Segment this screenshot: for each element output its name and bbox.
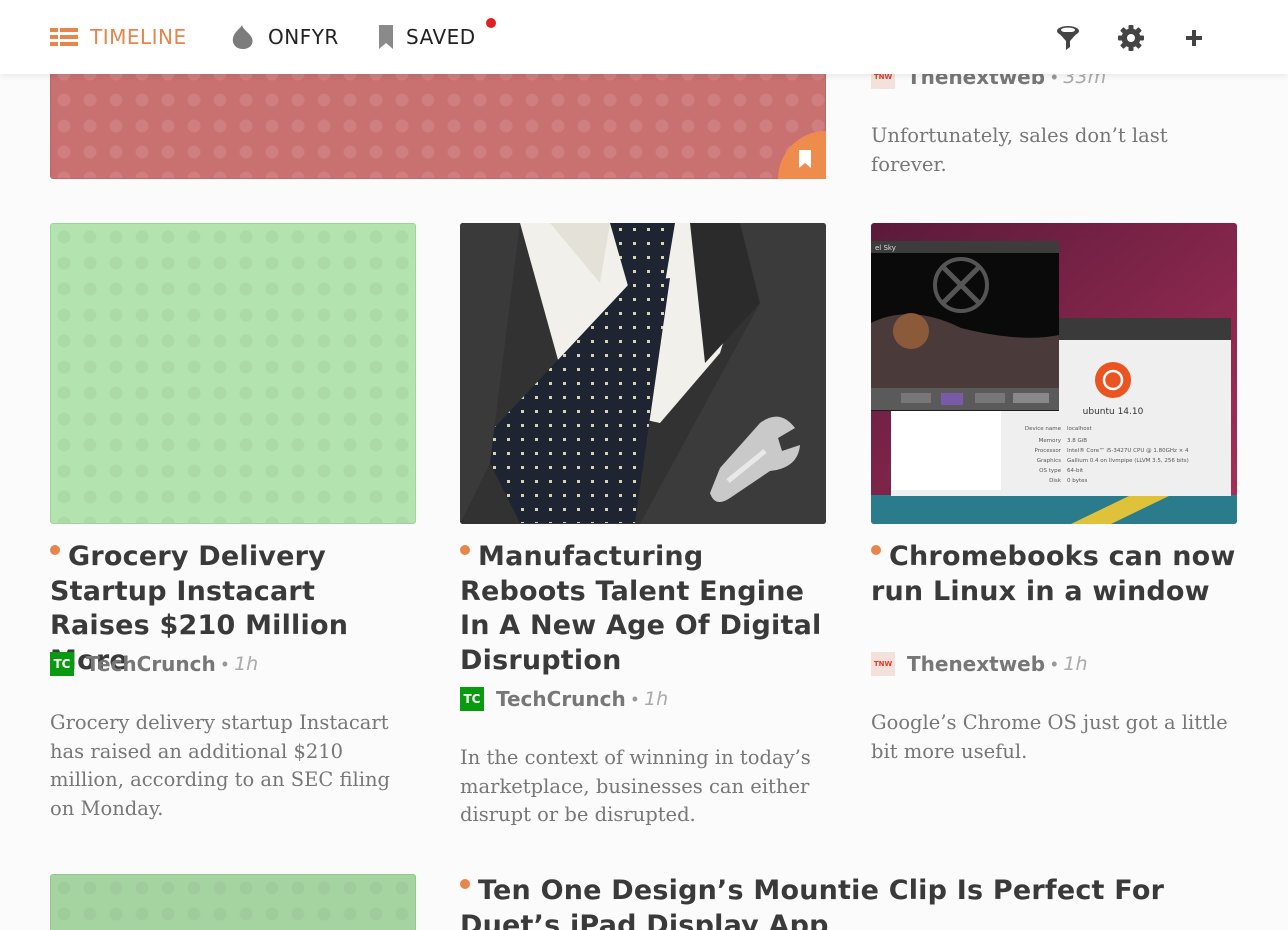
article-title[interactable]: Chromebooks can now run Linux in a windo… [871, 540, 1237, 609]
svg-text:Graphics: Graphics [1037, 458, 1061, 464]
svg-text:Disk: Disk [1049, 478, 1062, 484]
filter-icon [1057, 26, 1079, 50]
bookmark-icon [799, 150, 811, 168]
svg-text:Device name: Device name [1025, 426, 1062, 432]
timestamp: 1h [644, 688, 669, 710]
nav-saved-label: SAVED [406, 25, 476, 49]
notification-badge [484, 16, 498, 30]
unread-dot [50, 545, 60, 555]
svg-text:Gallium 0.4 on llvmpipe (LLVM: Gallium 0.4 on llvmpipe (LLVM 3.5, 256 b… [1067, 458, 1189, 464]
techcrunch-logo: TC [50, 652, 74, 676]
article-image[interactable] [50, 874, 416, 930]
top-nav-bar: TIMELINE ONFYR SAVED [0, 0, 1288, 74]
add-button[interactable] [1180, 24, 1208, 52]
article-meta: TNW Thenextweb • 1h [871, 651, 1088, 677]
svg-text:OS type: OS type [1039, 468, 1061, 474]
separator: • [1051, 653, 1058, 674]
bookmark-icon [378, 24, 394, 50]
svg-text:64-bit: 64-bit [1067, 468, 1084, 474]
article-title[interactable]: Manufacturing Reboots Talent Engine In A… [460, 540, 830, 678]
settings-button[interactable] [1117, 24, 1145, 52]
article-image[interactable] [50, 60, 826, 179]
suit-tie-photo [460, 223, 826, 524]
source-name[interactable]: TechCrunch [496, 687, 626, 711]
article-excerpt: Google’s Chrome OS just got a little bit… [871, 711, 1228, 763]
article-image[interactable] [50, 223, 416, 524]
timestamp: 1h [1063, 653, 1088, 675]
article-excerpt: In the context of winning in today’s mar… [460, 746, 811, 826]
window-title: el Sky [875, 244, 896, 252]
plus-icon [1186, 30, 1202, 46]
svg-text:Memory: Memory [1039, 438, 1062, 444]
distro-label: ubuntu 14.10 [1083, 407, 1144, 417]
flame-icon [230, 24, 256, 50]
article-image[interactable]: ubuntu 14.10 Device name localhost Memor… [871, 223, 1237, 524]
separator: • [221, 653, 229, 674]
timeline-icon [50, 27, 78, 47]
svg-text:0 bytes: 0 bytes [1067, 478, 1088, 484]
article-title[interactable]: Ten One Design’s Mountie Clip Is Perfect… [460, 874, 1250, 930]
nav-onfyr-label: ONFYR [268, 25, 339, 49]
filter-button[interactable] [1054, 24, 1082, 52]
svg-text:localhost: localhost [1067, 426, 1093, 432]
svg-text:Intel® Core™ i5-3427U CPU @ 1.: Intel® Core™ i5-3427U CPU @ 1.80GHz × 4 [1067, 447, 1189, 454]
article-meta: TC TechCrunch • 1h [50, 651, 258, 677]
svg-text:Processor: Processor [1035, 448, 1062, 454]
separator: • [631, 688, 639, 709]
article-meta: TC TechCrunch • 1h [460, 686, 668, 712]
svg-text:3.8 GiB: 3.8 GiB [1067, 438, 1087, 444]
techcrunch-logo: TC [460, 687, 484, 711]
source-name[interactable]: Thenextweb [907, 652, 1045, 676]
linux-desktop-screenshot: ubuntu 14.10 Device name localhost Memor… [871, 223, 1237, 524]
gear-icon [1118, 25, 1144, 51]
unread-dot [871, 545, 881, 555]
article-excerpt: Grocery delivery startup Instacart has r… [50, 711, 391, 820]
nav-saved[interactable]: SAVED [378, 16, 498, 52]
unread-dot [460, 545, 470, 555]
nav-onfyr[interactable]: ONFYR [230, 22, 339, 52]
article-title-text: Ten One Design’s Mountie Clip Is Perfect… [460, 875, 1165, 930]
source-name[interactable]: TechCrunch [86, 652, 216, 676]
article-title-text: Manufacturing Reboots Talent Engine In A… [460, 541, 822, 676]
article-excerpt: Unfortunately, sales don’t last forever. [871, 124, 1168, 176]
timestamp: 1h [234, 653, 259, 675]
nav-timeline[interactable]: TIMELINE [50, 22, 187, 52]
nav-timeline-label: TIMELINE [90, 25, 187, 49]
thenextweb-logo: TNW [871, 652, 895, 676]
unread-dot [460, 879, 470, 889]
article-image[interactable] [460, 223, 826, 524]
article-title-text: Chromebooks can now run Linux in a windo… [871, 541, 1236, 607]
